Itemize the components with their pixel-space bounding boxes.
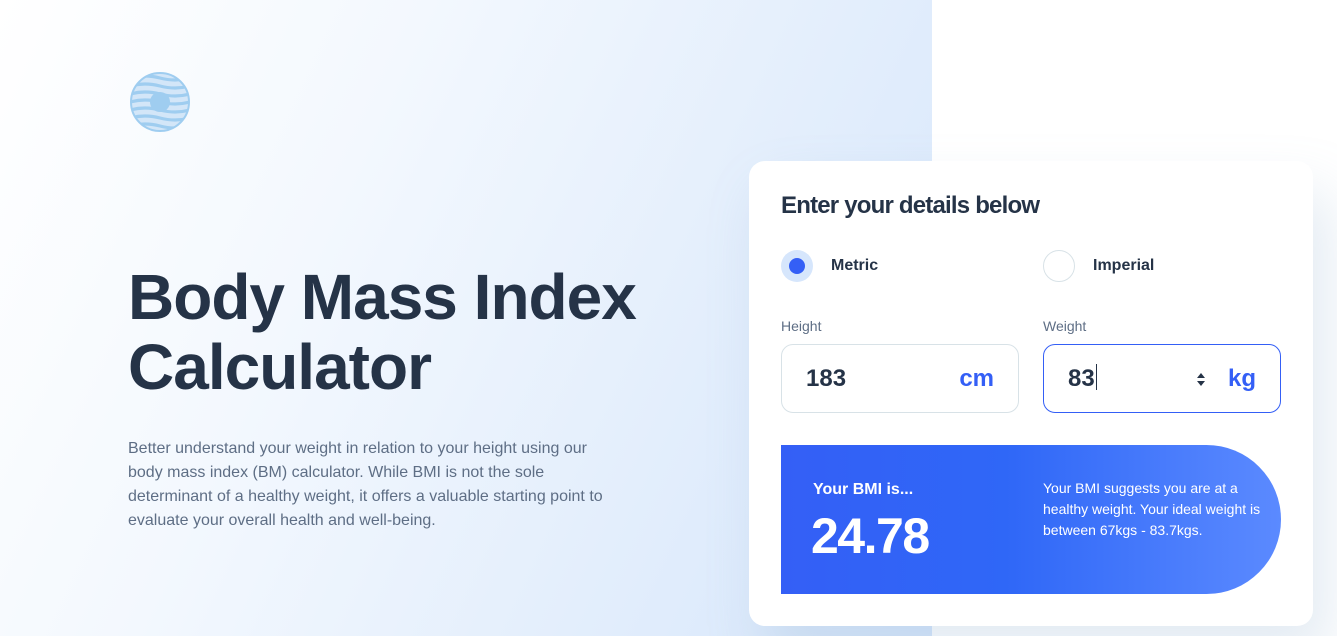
page-title-line2: Calculator	[128, 331, 432, 403]
imperial-radio[interactable]	[1043, 250, 1075, 282]
metric-radio-label: Metric	[831, 257, 879, 274]
stepper-up-icon[interactable]	[1197, 372, 1205, 378]
text-caret	[1095, 364, 1098, 390]
bmi-result-value: 24.78	[811, 508, 930, 564]
bmi-result-label: Your BMI is...	[813, 481, 914, 498]
weight-value: 83	[1068, 365, 1095, 392]
weight-stepper[interactable]	[1194, 367, 1208, 391]
height-label: Height	[781, 318, 822, 334]
metric-radio[interactable]	[781, 250, 813, 282]
page-title: Body Mass Index Calculator	[128, 262, 708, 402]
bmi-result-panel: Your BMI is... 24.78 Your BMI suggests y…	[781, 445, 1281, 594]
page-title-line1: Body Mass Index	[128, 261, 637, 333]
form-title: Enter your details below	[781, 192, 1040, 219]
height-field[interactable]: 183 cm	[781, 344, 1019, 413]
height-unit: cm	[959, 364, 994, 392]
unit-option-imperial[interactable]: Imperial	[1043, 250, 1154, 282]
unit-option-metric[interactable]: Metric	[781, 250, 878, 282]
weight-unit: kg	[1227, 364, 1256, 392]
weight-field[interactable]: 83 kg	[1043, 344, 1281, 413]
imperial-radio-label: Imperial	[1093, 257, 1155, 274]
height-value: 183	[806, 364, 847, 392]
logo-icon	[130, 72, 190, 132]
stepper-down-icon[interactable]	[1197, 380, 1205, 386]
weight-value-wrap: 83	[1068, 364, 1098, 393]
bmi-form-card: Enter your details below Metric Imperial…	[749, 161, 1313, 626]
intro-text: Better understand your weight in relatio…	[128, 440, 603, 529]
weight-label: Weight	[1043, 318, 1087, 334]
bmi-result-description: Your BMI suggests you are at a healthy w…	[1043, 480, 1261, 538]
